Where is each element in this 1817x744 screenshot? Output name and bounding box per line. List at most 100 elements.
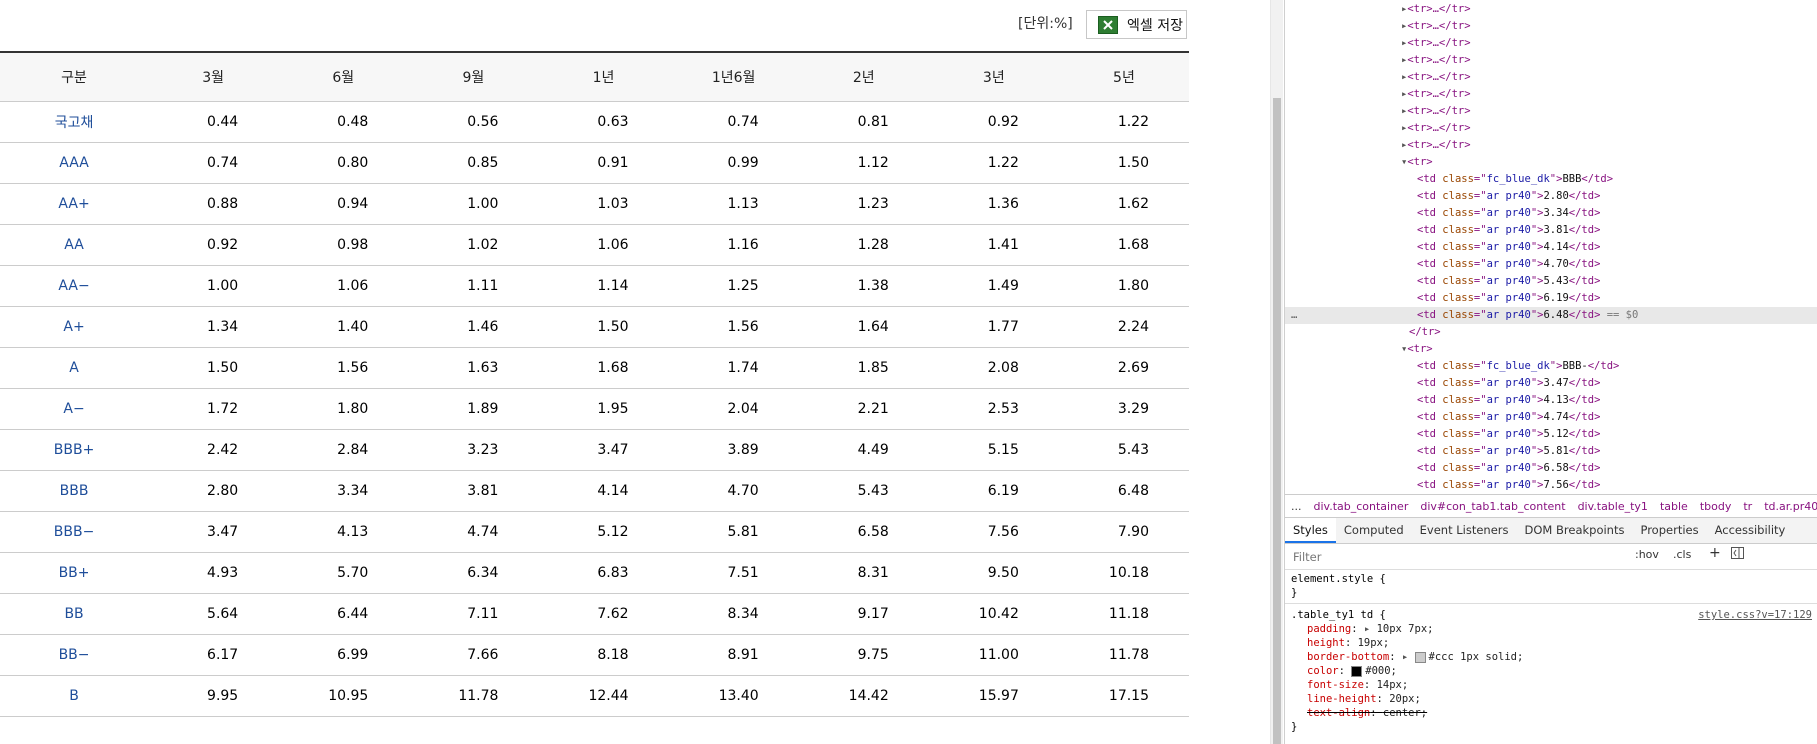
node-menu-icon[interactable]: … xyxy=(1291,307,1297,324)
dom-node[interactable]: ▸<tr>…</tr> xyxy=(1285,69,1817,86)
tab-computed[interactable]: Computed xyxy=(1336,518,1412,543)
css-property[interactable]: border-bottom: ▸ #ccc 1px solid; xyxy=(1307,650,1523,664)
css-property[interactable]: font-size: 14px; xyxy=(1307,678,1408,692)
dom-node[interactable]: <td class="ar pr40">4.14</td> xyxy=(1285,239,1817,256)
dom-node[interactable]: <td class="ar pr40">5.81</td> xyxy=(1285,443,1817,460)
expand-right-icon[interactable]: ▸ xyxy=(1364,623,1377,635)
excel-save-label: 엑셀 저장 xyxy=(1127,17,1183,34)
color-swatch-icon[interactable] xyxy=(1351,665,1363,677)
rate-cell: 9.95 xyxy=(148,675,279,717)
new-rule-button[interactable]: + xyxy=(1709,545,1721,561)
dom-class-value: ar pr40 xyxy=(1486,394,1531,406)
styles-filter-input[interactable] xyxy=(1291,548,1625,566)
dom-tag: <tr>…</tr> xyxy=(1407,3,1471,15)
dom-node[interactable]: ▾<tr> xyxy=(1285,341,1817,358)
dom-node[interactable]: <td class="ar pr40">6.58</td> xyxy=(1285,460,1817,477)
breadcrumb-item[interactable]: tbody xyxy=(1700,500,1732,513)
dom-node[interactable]: ▸<tr>…</tr> xyxy=(1285,120,1817,137)
rate-cell: 5.43 xyxy=(1058,429,1189,471)
scrollbar-thumb[interactable] xyxy=(1273,98,1281,744)
dom-node[interactable]: <td class="ar pr40">4.70</td> xyxy=(1285,256,1817,273)
rate-cell: 4.13 xyxy=(278,511,409,553)
tab-properties[interactable]: Properties xyxy=(1632,518,1706,543)
breadcrumb-overflow[interactable]: ... xyxy=(1291,500,1302,513)
styles-pane: element.style { } .table_ty1 td { style.… xyxy=(1285,570,1817,744)
rate-cell: 6.58 xyxy=(798,511,929,553)
dom-class-value: ar pr40 xyxy=(1486,207,1531,219)
css-property[interactable]: text-align: center; xyxy=(1307,706,1427,720)
rate-cell: 3.81 xyxy=(408,470,539,512)
rate-cell: 5.64 xyxy=(148,593,279,635)
breadcrumb-item[interactable]: div#con_tab1.tab_content xyxy=(1420,500,1565,513)
dom-class-value: ar pr40 xyxy=(1486,224,1531,236)
dom-node[interactable]: <td class="ar pr40">4.13</td> xyxy=(1285,392,1817,409)
rule-source-link[interactable]: style.css?v=17:129 xyxy=(1698,608,1812,622)
breadcrumb-item[interactable]: td.ar.pr40 xyxy=(1764,500,1817,513)
rate-cell: 1.63 xyxy=(408,347,539,389)
tab-accessibility[interactable]: Accessibility xyxy=(1707,518,1794,543)
dom-node[interactable]: <td class="ar pr40">2.80</td> xyxy=(1285,188,1817,205)
rate-cell: 0.92 xyxy=(928,101,1059,143)
dom-node[interactable]: <td class="ar pr40">4.74</td> xyxy=(1285,409,1817,426)
tab-dom-breakpoints[interactable]: DOM Breakpoints xyxy=(1517,518,1633,543)
dom-node[interactable]: <td class="ar pr40">7.56</td> xyxy=(1285,477,1817,493)
dom-node[interactable]: ▸<tr>…</tr> xyxy=(1285,86,1817,103)
rate-cell: 1.06 xyxy=(538,224,669,266)
dom-text-value: BBB xyxy=(1562,173,1582,185)
expand-right-icon[interactable]: ▸ xyxy=(1402,651,1415,663)
table-row: A+ 1.34 1.40 1.46 1.50 1.56 1.64 1.77 2.24 xyxy=(0,306,1189,348)
rate-cell: 9.50 xyxy=(928,552,1059,594)
hov-toggle[interactable]: :hov xyxy=(1635,548,1659,561)
column-header: 6월 xyxy=(278,51,409,102)
css-property[interactable]: color: #000; xyxy=(1307,664,1397,678)
table-row: AA+ 0.88 0.94 1.00 1.03 1.13 1.23 1.36 1.62 xyxy=(0,183,1189,225)
breadcrumb-item[interactable]: div.tab_container xyxy=(1314,500,1409,513)
breadcrumb-item[interactable]: tr xyxy=(1743,500,1752,513)
page-scrollbar[interactable] xyxy=(1270,0,1283,744)
dom-class-value: ar pr40 xyxy=(1486,275,1531,287)
dom-node[interactable]: <td class="ar pr40">6.19</td> xyxy=(1285,290,1817,307)
rate-cell: 3.47 xyxy=(538,429,669,471)
css-property[interactable]: line-height: 20px; xyxy=(1307,692,1421,706)
excel-save-button[interactable]: 엑셀 저장 xyxy=(1086,10,1187,39)
breadcrumb: ... div.tab_container div#con_tab1.tab_co… xyxy=(1285,494,1817,518)
dom-node[interactable]: <td class="fc_blue_dk">BBB-</td> xyxy=(1285,358,1817,375)
dom-node[interactable]: ▸<tr>…</tr> xyxy=(1285,137,1817,154)
tab-styles[interactable]: Styles xyxy=(1285,518,1336,543)
dom-node[interactable]: ▸<tr>…</tr> xyxy=(1285,35,1817,52)
dom-class-value: ar pr40 xyxy=(1486,462,1531,474)
sidebar-toggle-icon[interactable] xyxy=(1731,547,1744,562)
css-property-value: 10px 7px; xyxy=(1376,623,1434,635)
dom-node[interactable]: <td class="ar pr40">3.47</td> xyxy=(1285,375,1817,392)
breadcrumb-item[interactable]: table xyxy=(1660,500,1688,513)
cls-toggle[interactable]: .cls xyxy=(1673,548,1691,561)
rate-cell: 6.48 xyxy=(1058,470,1189,512)
dom-node[interactable]: <td class="ar pr40">3.81</td> xyxy=(1285,222,1817,239)
dom-node[interactable]: ▾<tr> xyxy=(1285,154,1817,171)
breadcrumb-item[interactable]: div.table_ty1 xyxy=(1578,500,1648,513)
css-property[interactable]: padding: ▸ 10px 7px; xyxy=(1307,622,1433,636)
rate-cell: 2.24 xyxy=(1058,306,1189,348)
dom-node-selected[interactable]: <td class="ar pr40">6.48</td> == $0 xyxy=(1285,307,1817,324)
dom-node[interactable]: ▸<tr>…</tr> xyxy=(1285,52,1817,69)
dom-node[interactable]: <td class="ar pr40">3.34</td> xyxy=(1285,205,1817,222)
dom-node[interactable]: <td class="ar pr40">5.12</td> xyxy=(1285,426,1817,443)
dom-node[interactable]: </tr> xyxy=(1285,324,1817,341)
dom-text-value: 3.81 xyxy=(1543,224,1569,236)
rate-cell: 4.14 xyxy=(538,470,669,512)
rate-cell: 8.91 xyxy=(668,634,799,676)
tab-event-listeners[interactable]: Event Listeners xyxy=(1412,518,1517,543)
table-row: BBB+ 2.42 2.84 3.23 3.47 3.89 4.49 5.15 5.43 xyxy=(0,429,1189,471)
color-swatch-icon[interactable] xyxy=(1414,651,1426,663)
rate-cell: 8.34 xyxy=(668,593,799,635)
dom-node[interactable]: <td class="ar pr40">5.43</td> xyxy=(1285,273,1817,290)
rate-cell: 0.94 xyxy=(278,183,409,225)
dom-node[interactable]: ▸<tr>…</tr> xyxy=(1285,18,1817,35)
dom-node[interactable]: <td class="fc_blue_dk">BBB</td> xyxy=(1285,171,1817,188)
css-property[interactable]: height: 19px; xyxy=(1307,636,1389,650)
dom-node[interactable]: ▸<tr>…</tr> xyxy=(1285,103,1817,120)
rate-cell: 2.04 xyxy=(668,388,799,430)
dom-tag: <tr>…</tr> xyxy=(1407,88,1471,100)
dom-node[interactable]: ▸<tr>…</tr> xyxy=(1285,1,1817,18)
grade-cell: BBB− xyxy=(0,511,149,553)
